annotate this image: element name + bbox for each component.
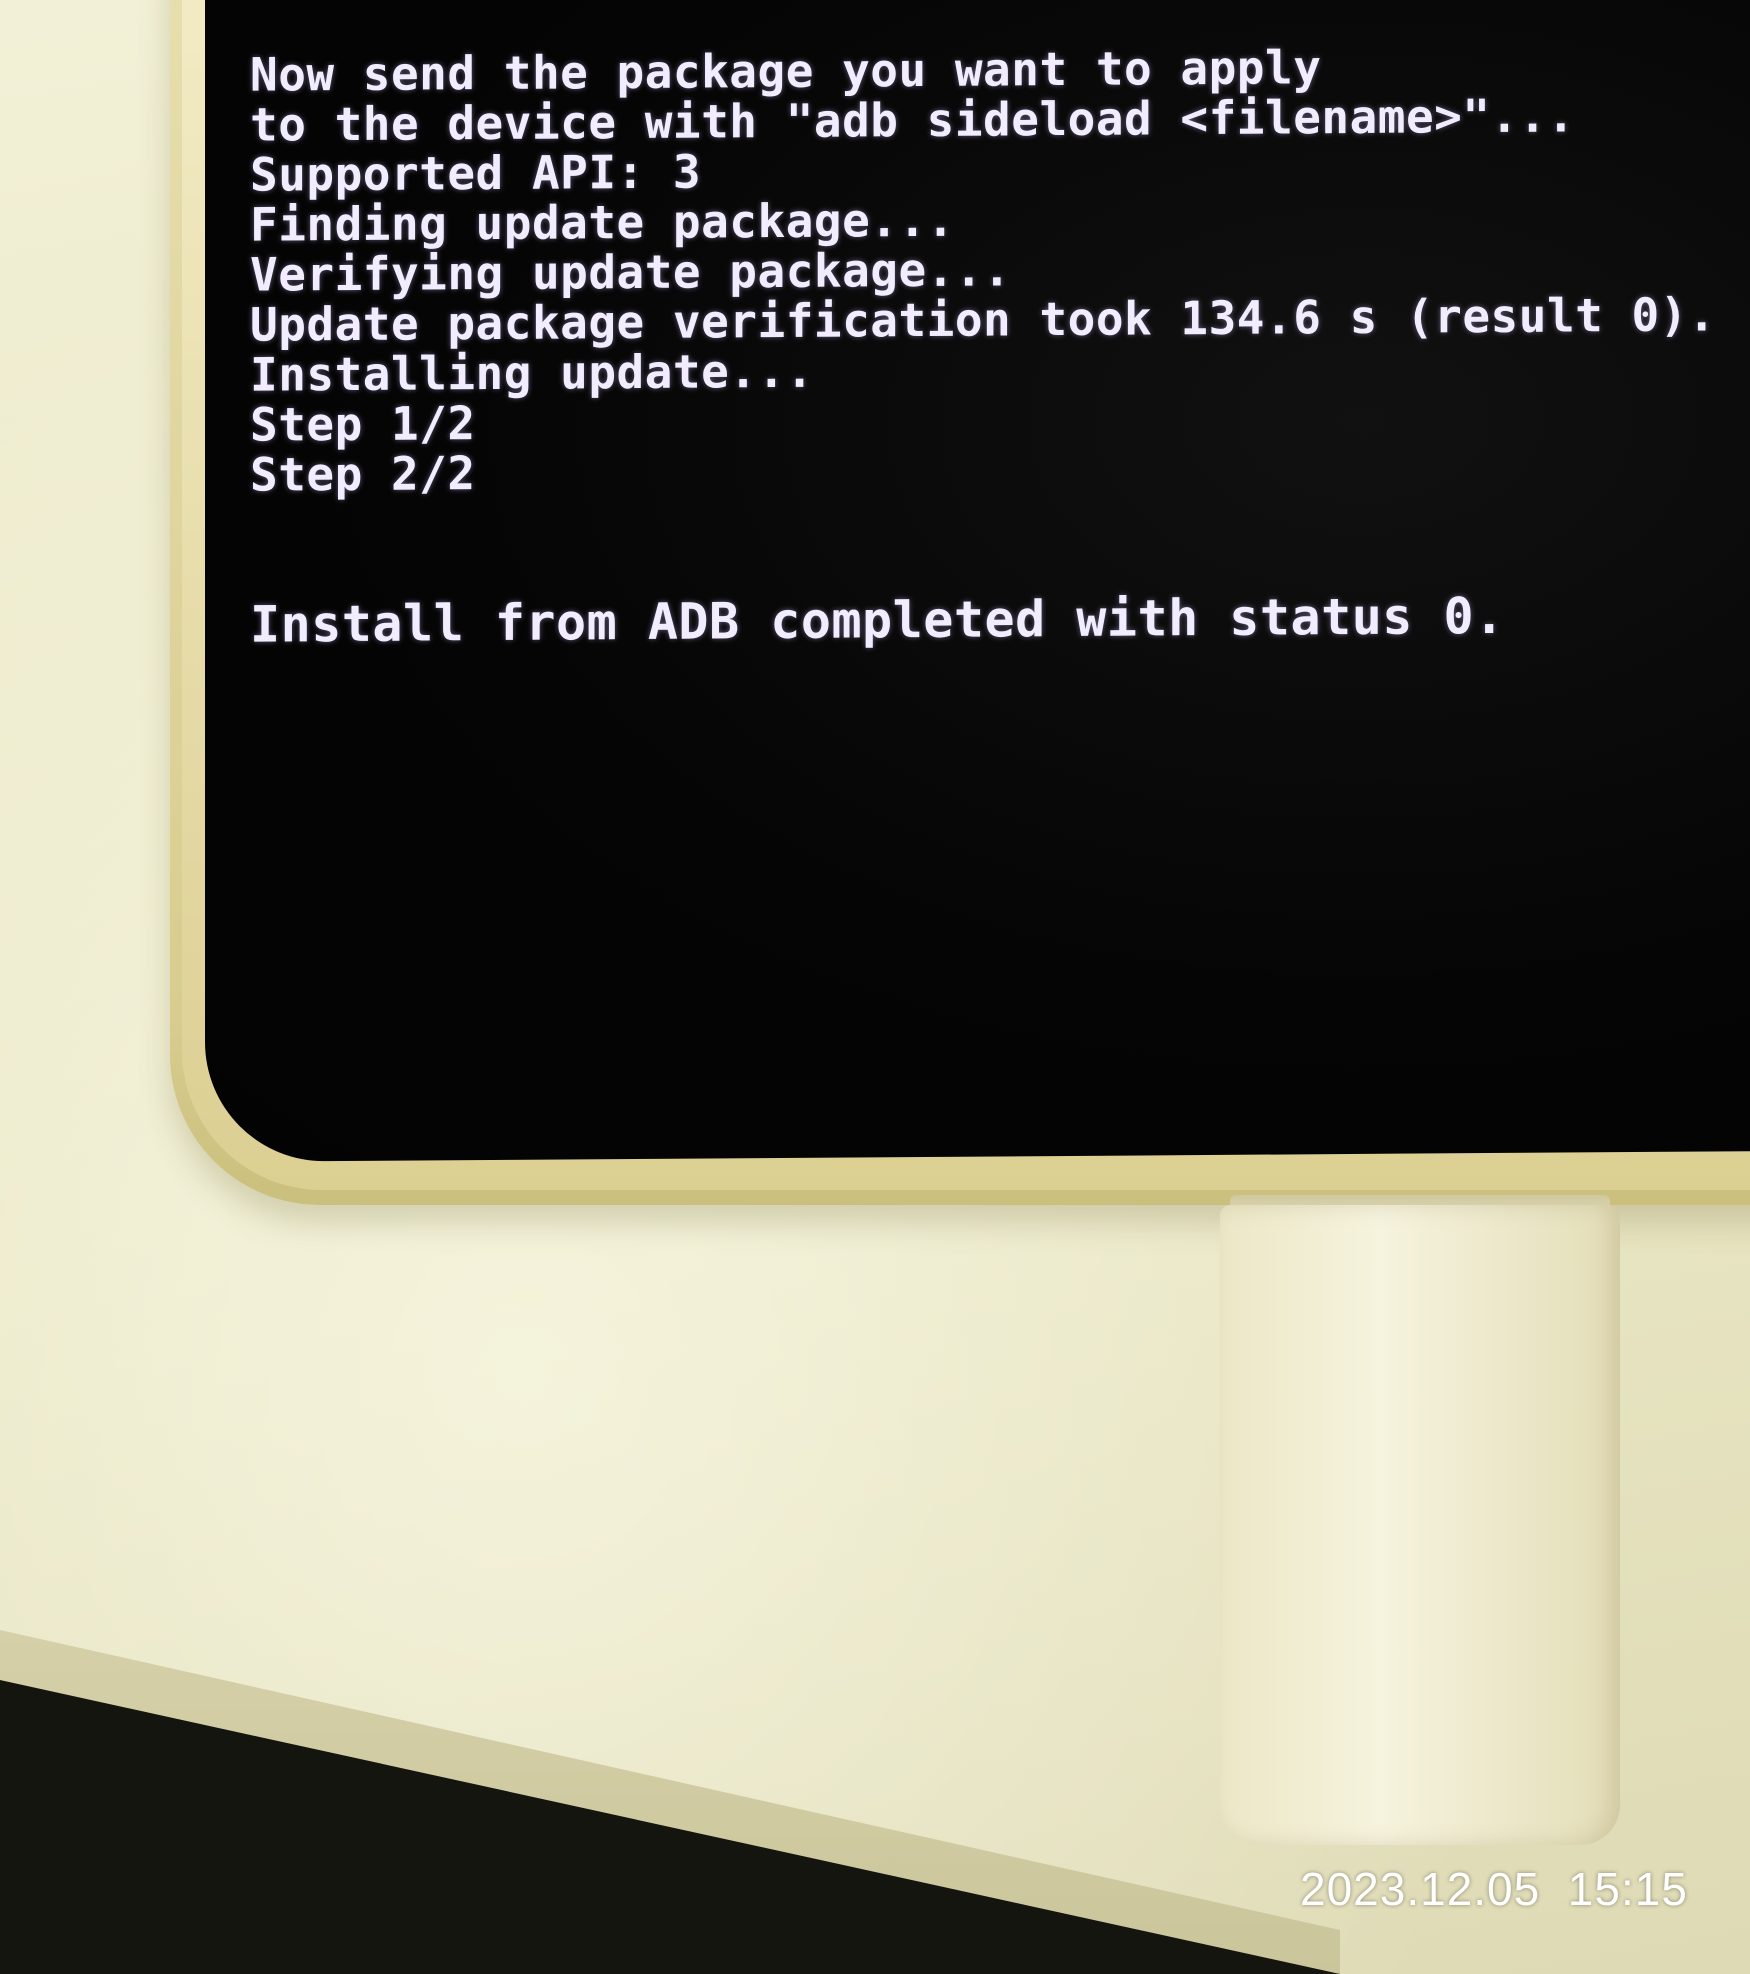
phone-screen: Now send the package you want to apply t… (205, 0, 1750, 1162)
usb-cable-connector (1220, 1205, 1620, 1845)
log-line: Update package verification took 134.6 s… (250, 287, 1717, 352)
log-line-status: Install from ADB completed with status 0… (250, 586, 1505, 654)
log-line: to the device with "adb sideload <filena… (250, 88, 1576, 152)
recovery-log: Now send the package you want to apply t… (250, 39, 1717, 654)
photo-timestamp: 2023.12.05 15:15 (1300, 1863, 1688, 1915)
